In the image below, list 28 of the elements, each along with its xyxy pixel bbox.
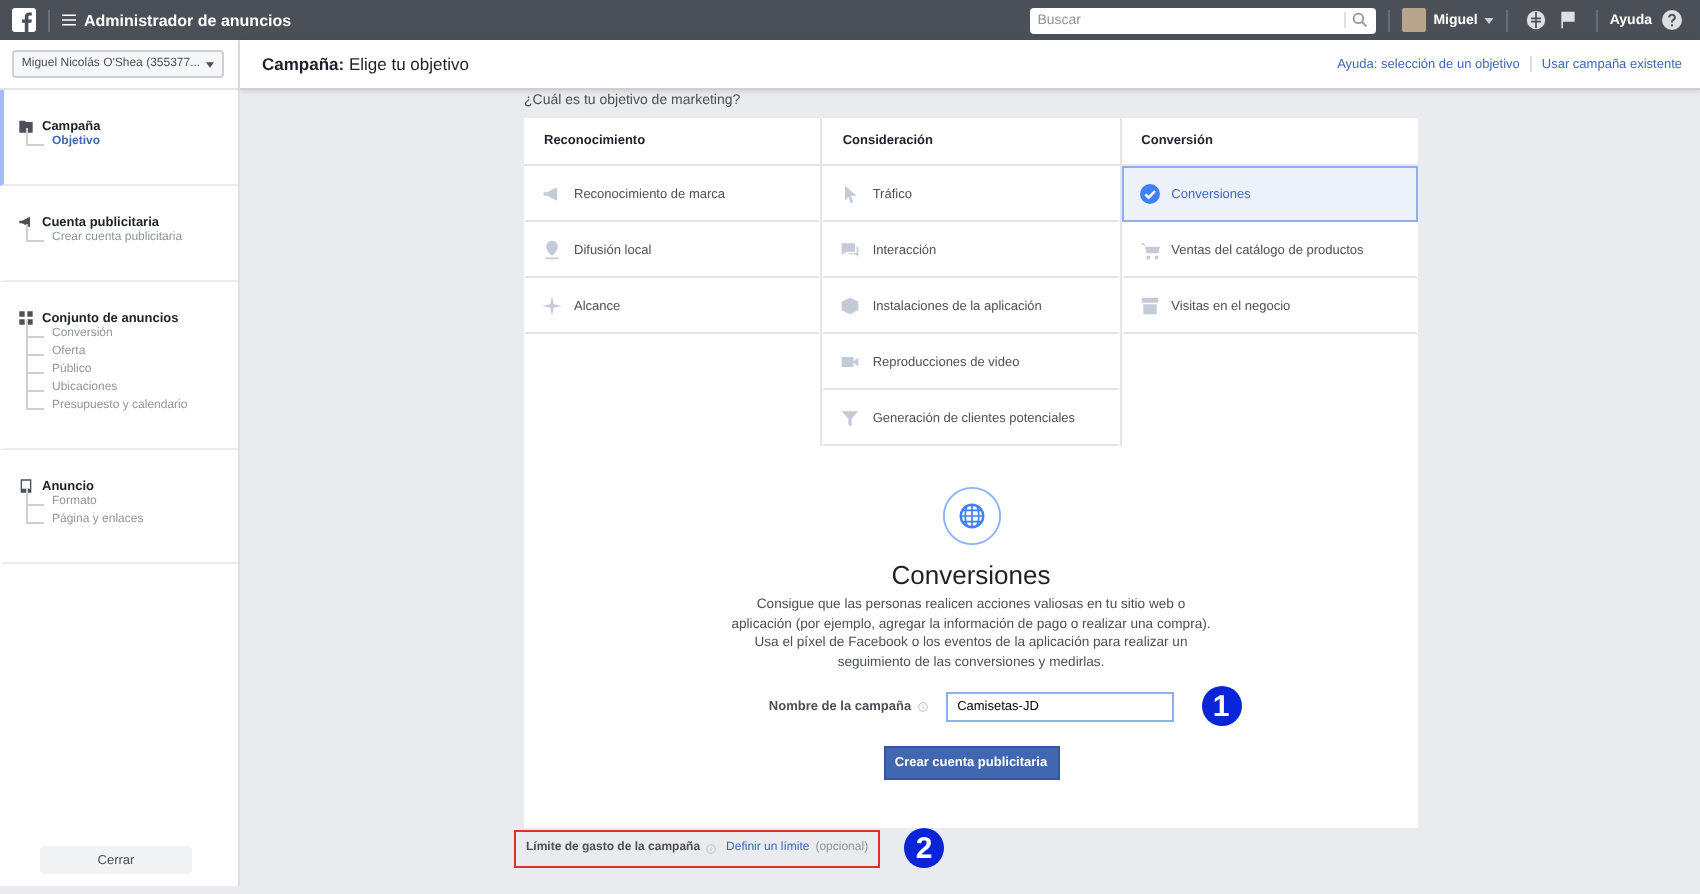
annotation-marker: 1 [1201,686,1242,726]
megaphone-icon [542,184,562,204]
chat-bubbles-icon [840,240,861,260]
store-icon [1139,296,1160,316]
menu-icon[interactable] [62,14,76,26]
caret-icon [206,61,215,67]
avatar-placeholder[interactable] [1401,8,1426,32]
cursor-icon [840,184,861,204]
cube-icon [840,296,861,316]
caret-icon[interactable] [1483,17,1494,23]
annotation-marker: 2 [904,828,945,868]
check-circle-icon [1139,184,1160,204]
grid-icon [18,310,34,326]
page-title: Campaña: Elige tu objetivo [262,54,469,74]
tablet-icon [18,478,34,494]
video-camera-icon [840,352,861,372]
logo-icon[interactable] [12,8,36,32]
map-pin-icon [542,240,562,260]
funnel-icon [840,408,861,428]
flag-icon[interactable] [1557,10,1578,30]
app-title: Administrador de anuncios [84,11,292,29]
megaphone-icon [18,214,34,230]
sparkle-icon [542,296,562,316]
search-icon[interactable] [1343,12,1368,28]
help-icon[interactable] [1662,10,1682,30]
objective-title: Conversiones [891,560,1051,590]
cart-icon [1139,240,1160,260]
folder-icon [18,118,34,134]
